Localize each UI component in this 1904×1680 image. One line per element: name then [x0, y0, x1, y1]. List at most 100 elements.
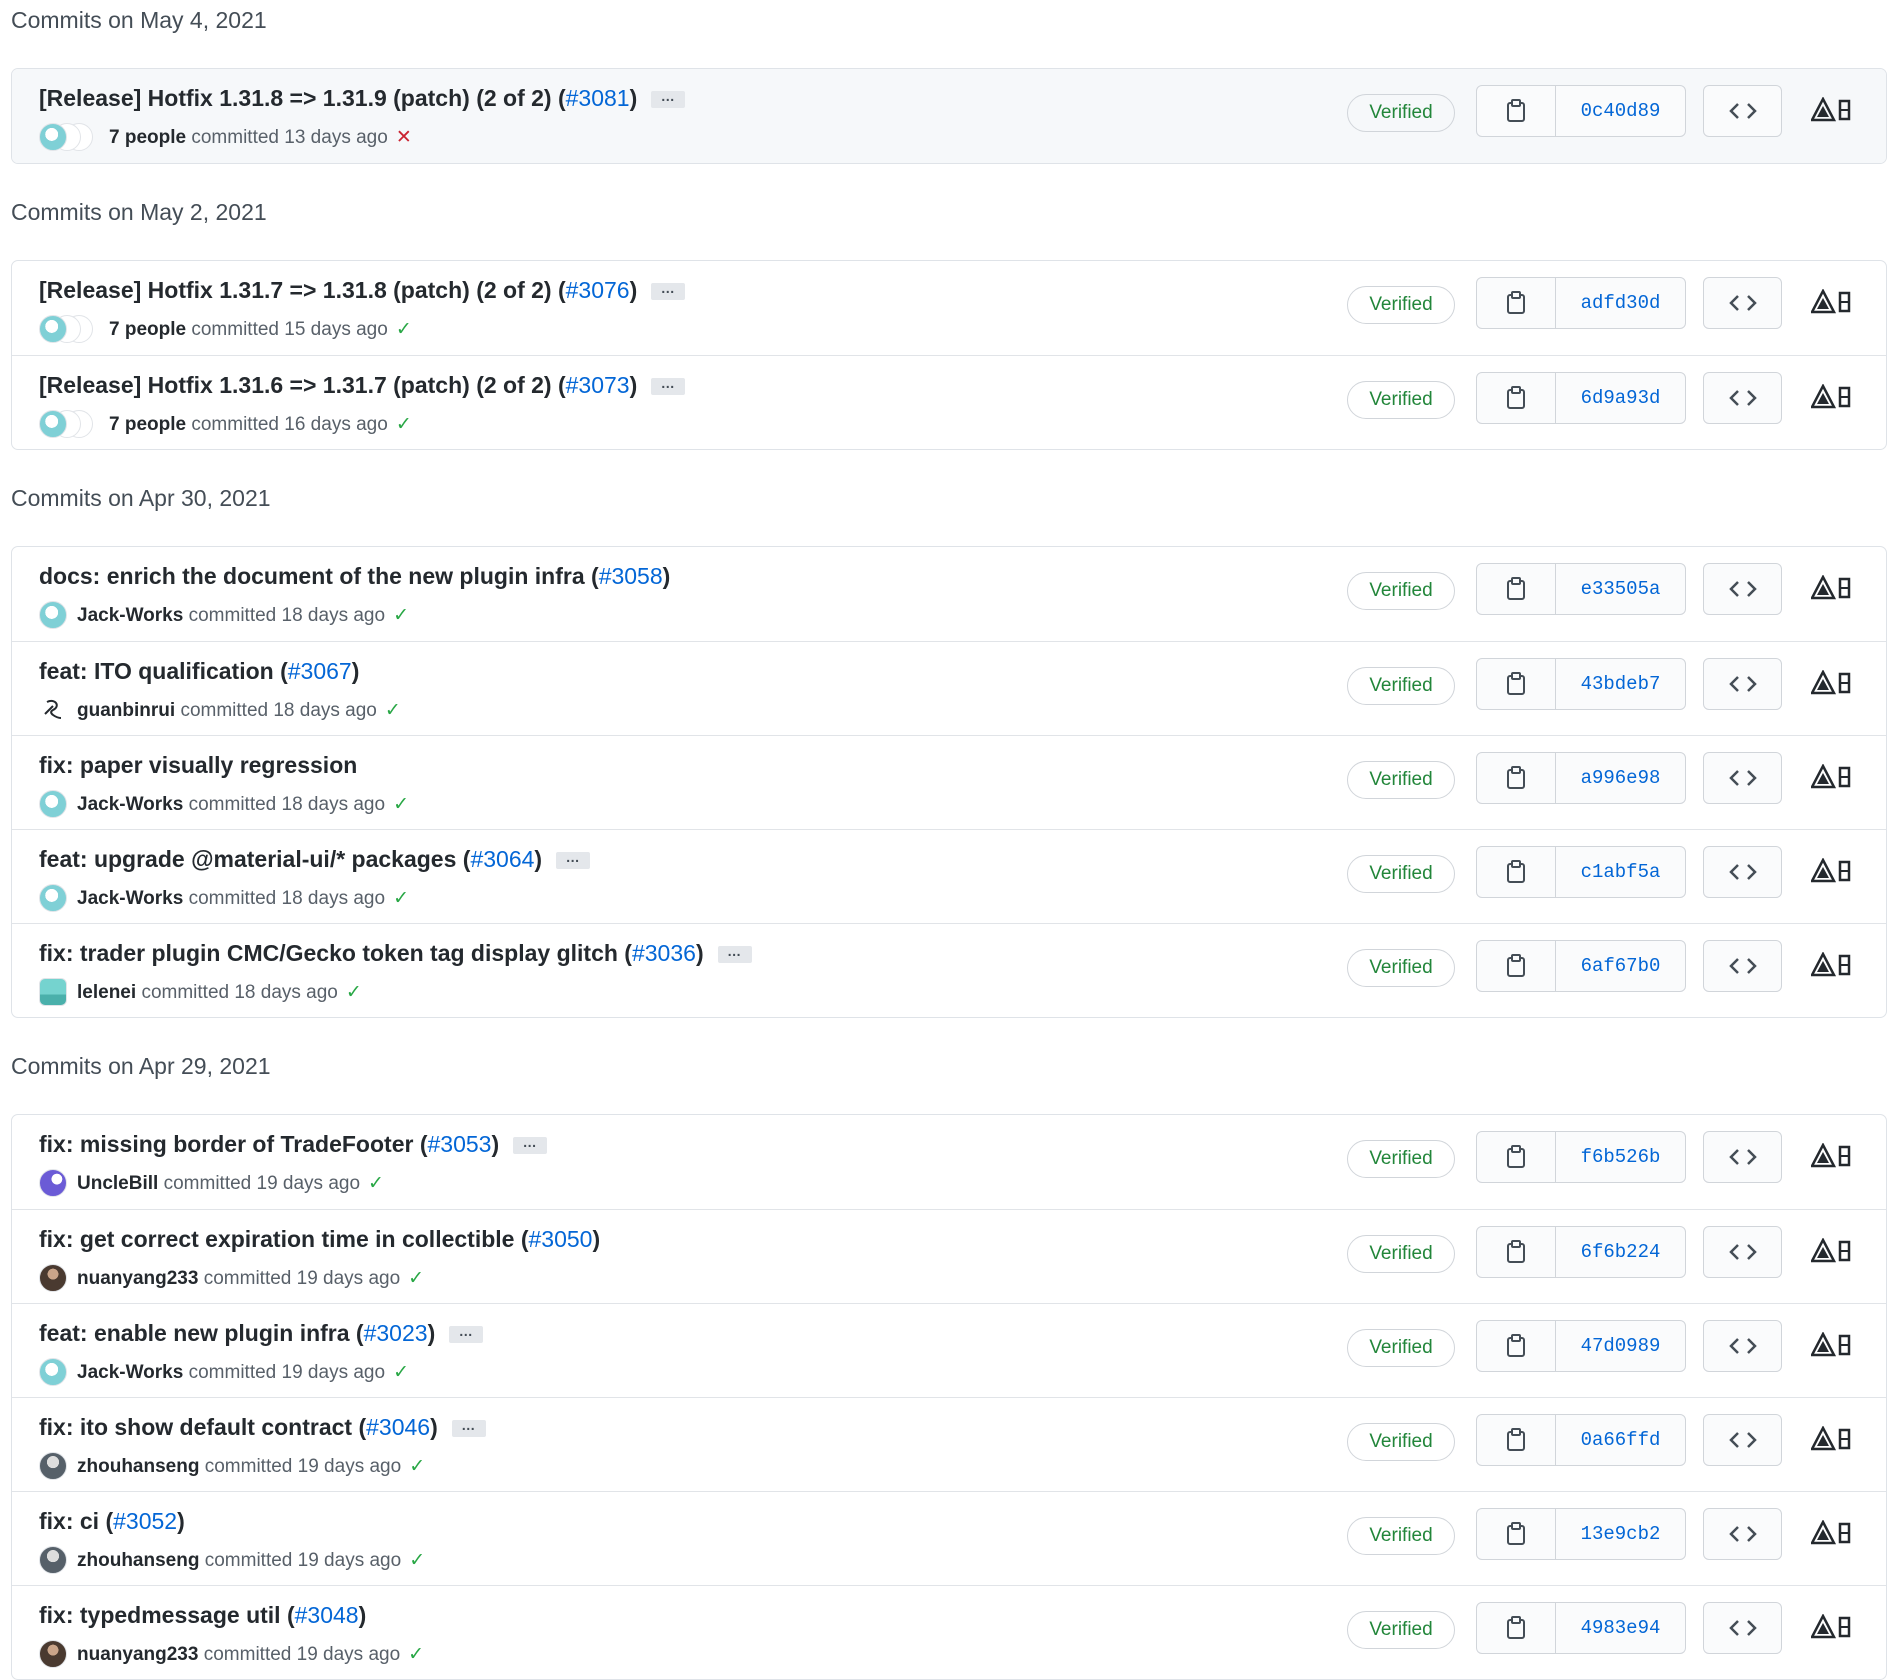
check-icon[interactable]: ✓: [396, 319, 412, 340]
expand-message-button[interactable]: …: [651, 281, 686, 301]
verified-badge[interactable]: Verified: [1347, 667, 1455, 705]
extension-icon[interactable]: [1811, 1330, 1855, 1360]
expand-message-button[interactable]: …: [651, 89, 686, 109]
clipboard-icon[interactable]: [1477, 1509, 1556, 1559]
verified-badge[interactable]: Verified: [1347, 572, 1455, 610]
author-name[interactable]: 7 people: [109, 127, 186, 148]
code-icon[interactable]: [1703, 752, 1782, 804]
expand-message-button[interactable]: …: [513, 1135, 548, 1155]
commit-sha-link[interactable]: 0c40d89: [1556, 86, 1685, 136]
verified-badge[interactable]: Verified: [1347, 949, 1455, 987]
author-name[interactable]: nuanyang233: [77, 1644, 198, 1665]
commit-title[interactable]: [Release] Hotfix 1.31.6 => 1.31.7 (patch…: [39, 370, 686, 400]
clipboard-icon[interactable]: [1477, 1227, 1556, 1277]
commit-sha-link[interactable]: a996e98: [1556, 753, 1685, 803]
check-icon[interactable]: ✓: [346, 982, 362, 1003]
code-icon[interactable]: [1703, 1508, 1782, 1560]
extension-icon[interactable]: [1811, 1612, 1855, 1642]
verified-badge[interactable]: Verified: [1347, 1611, 1455, 1649]
verified-badge[interactable]: Verified: [1347, 761, 1455, 799]
pull-request-link[interactable]: #3048: [295, 1602, 359, 1628]
avatar[interactable]: [39, 315, 67, 343]
verified-badge[interactable]: Verified: [1347, 286, 1455, 324]
code-icon[interactable]: [1703, 277, 1782, 329]
expand-message-button[interactable]: …: [717, 944, 752, 964]
clipboard-icon[interactable]: [1477, 847, 1556, 897]
clipboard-icon[interactable]: [1477, 86, 1556, 136]
author-avatars[interactable]: [39, 1264, 69, 1294]
author-name[interactable]: 7 people: [109, 414, 186, 435]
commit-sha-link[interactable]: e33505a: [1556, 564, 1685, 614]
commit-message[interactable]: fix: ci (: [39, 1508, 113, 1534]
commit-message[interactable]: feat: ITO qualification (: [39, 658, 288, 684]
commit-sha-link[interactable]: 43bdeb7: [1556, 659, 1685, 709]
avatar[interactable]: [39, 1169, 67, 1197]
expand-message-button[interactable]: …: [451, 1418, 486, 1438]
commit-sha-link[interactable]: 6f6b224: [1556, 1227, 1685, 1277]
author-name[interactable]: 7 people: [109, 319, 186, 340]
pull-request-link[interactable]: #3064: [470, 846, 534, 872]
author-avatars[interactable]: [39, 696, 69, 726]
commit-title[interactable]: feat: upgrade @material-ui/* packages (#…: [39, 844, 591, 874]
pull-request-link[interactable]: #3058: [599, 563, 663, 589]
pull-request-link[interactable]: #3036: [632, 940, 696, 966]
author-avatars[interactable]: [39, 1640, 69, 1670]
code-icon[interactable]: [1703, 1131, 1782, 1183]
pull-request-link[interactable]: #3076: [566, 277, 630, 303]
extension-icon[interactable]: [1811, 762, 1855, 792]
clipboard-icon[interactable]: [1477, 373, 1556, 423]
commit-title[interactable]: fix: trader plugin CMC/Gecko token tag d…: [39, 938, 752, 968]
extension-icon[interactable]: [1811, 668, 1855, 698]
pull-request-link[interactable]: #3052: [113, 1508, 177, 1534]
verified-badge[interactable]: Verified: [1347, 94, 1455, 132]
author-avatars[interactable]: [39, 315, 101, 345]
check-icon[interactable]: ✓: [396, 414, 412, 435]
commit-title[interactable]: fix: typedmessage util (#3048): [39, 1600, 366, 1630]
avatar[interactable]: [39, 978, 67, 1006]
clipboard-icon[interactable]: [1477, 941, 1556, 991]
verified-badge[interactable]: Verified: [1347, 381, 1455, 419]
commit-message[interactable]: fix: typedmessage util (: [39, 1602, 295, 1628]
code-icon[interactable]: [1703, 658, 1782, 710]
clipboard-icon[interactable]: [1477, 1603, 1556, 1653]
commit-sha-link[interactable]: 0a66ffd: [1556, 1415, 1685, 1465]
check-icon[interactable]: ✓: [393, 888, 409, 909]
clipboard-icon[interactable]: [1477, 1415, 1556, 1465]
avatar[interactable]: [39, 1546, 67, 1574]
author-avatars[interactable]: [39, 1358, 69, 1388]
commit-sha-link[interactable]: adfd30d: [1556, 278, 1685, 328]
verified-badge[interactable]: Verified: [1347, 1423, 1455, 1461]
expand-message-button[interactable]: …: [556, 850, 591, 870]
pull-request-link[interactable]: #3046: [366, 1414, 430, 1440]
commit-message[interactable]: docs: enrich the document of the new plu…: [39, 563, 599, 589]
clipboard-icon[interactable]: [1477, 1132, 1556, 1182]
commit-title[interactable]: fix: get correct expiration time in coll…: [39, 1224, 600, 1254]
check-icon[interactable]: ✓: [409, 1456, 425, 1477]
check-icon[interactable]: ✓: [408, 1644, 424, 1665]
commit-message[interactable]: fix: missing border of TradeFooter (: [39, 1131, 427, 1157]
author-name[interactable]: nuanyang233: [77, 1268, 198, 1289]
author-name[interactable]: UncleBill: [77, 1173, 158, 1194]
author-avatars[interactable]: [39, 123, 101, 153]
avatar[interactable]: [39, 1452, 67, 1480]
pull-request-link[interactable]: #3073: [566, 372, 630, 398]
commit-message[interactable]: fix: ito show default contract (: [39, 1414, 366, 1440]
commit-message[interactable]: feat: enable new plugin infra (: [39, 1320, 364, 1346]
code-icon[interactable]: [1703, 1320, 1782, 1372]
pull-request-link[interactable]: #3023: [364, 1320, 428, 1346]
extension-icon[interactable]: [1811, 287, 1855, 317]
avatar[interactable]: [39, 1264, 67, 1292]
extension-icon[interactable]: [1811, 382, 1855, 412]
verified-badge[interactable]: Verified: [1347, 1329, 1455, 1367]
author-name[interactable]: zhouhanseng: [77, 1550, 199, 1571]
check-icon[interactable]: ✓: [393, 794, 409, 815]
expand-message-button[interactable]: …: [651, 376, 686, 396]
author-name[interactable]: guanbinrui: [77, 700, 175, 721]
commit-title[interactable]: fix: paper visually regression: [39, 750, 357, 780]
x-icon[interactable]: ✕: [396, 127, 412, 148]
avatar[interactable]: [39, 1640, 67, 1668]
code-icon[interactable]: [1703, 846, 1782, 898]
pull-request-link[interactable]: #3081: [566, 85, 630, 111]
extension-icon[interactable]: [1811, 1518, 1855, 1548]
commit-title[interactable]: feat: enable new plugin infra (#3023)…: [39, 1318, 484, 1348]
